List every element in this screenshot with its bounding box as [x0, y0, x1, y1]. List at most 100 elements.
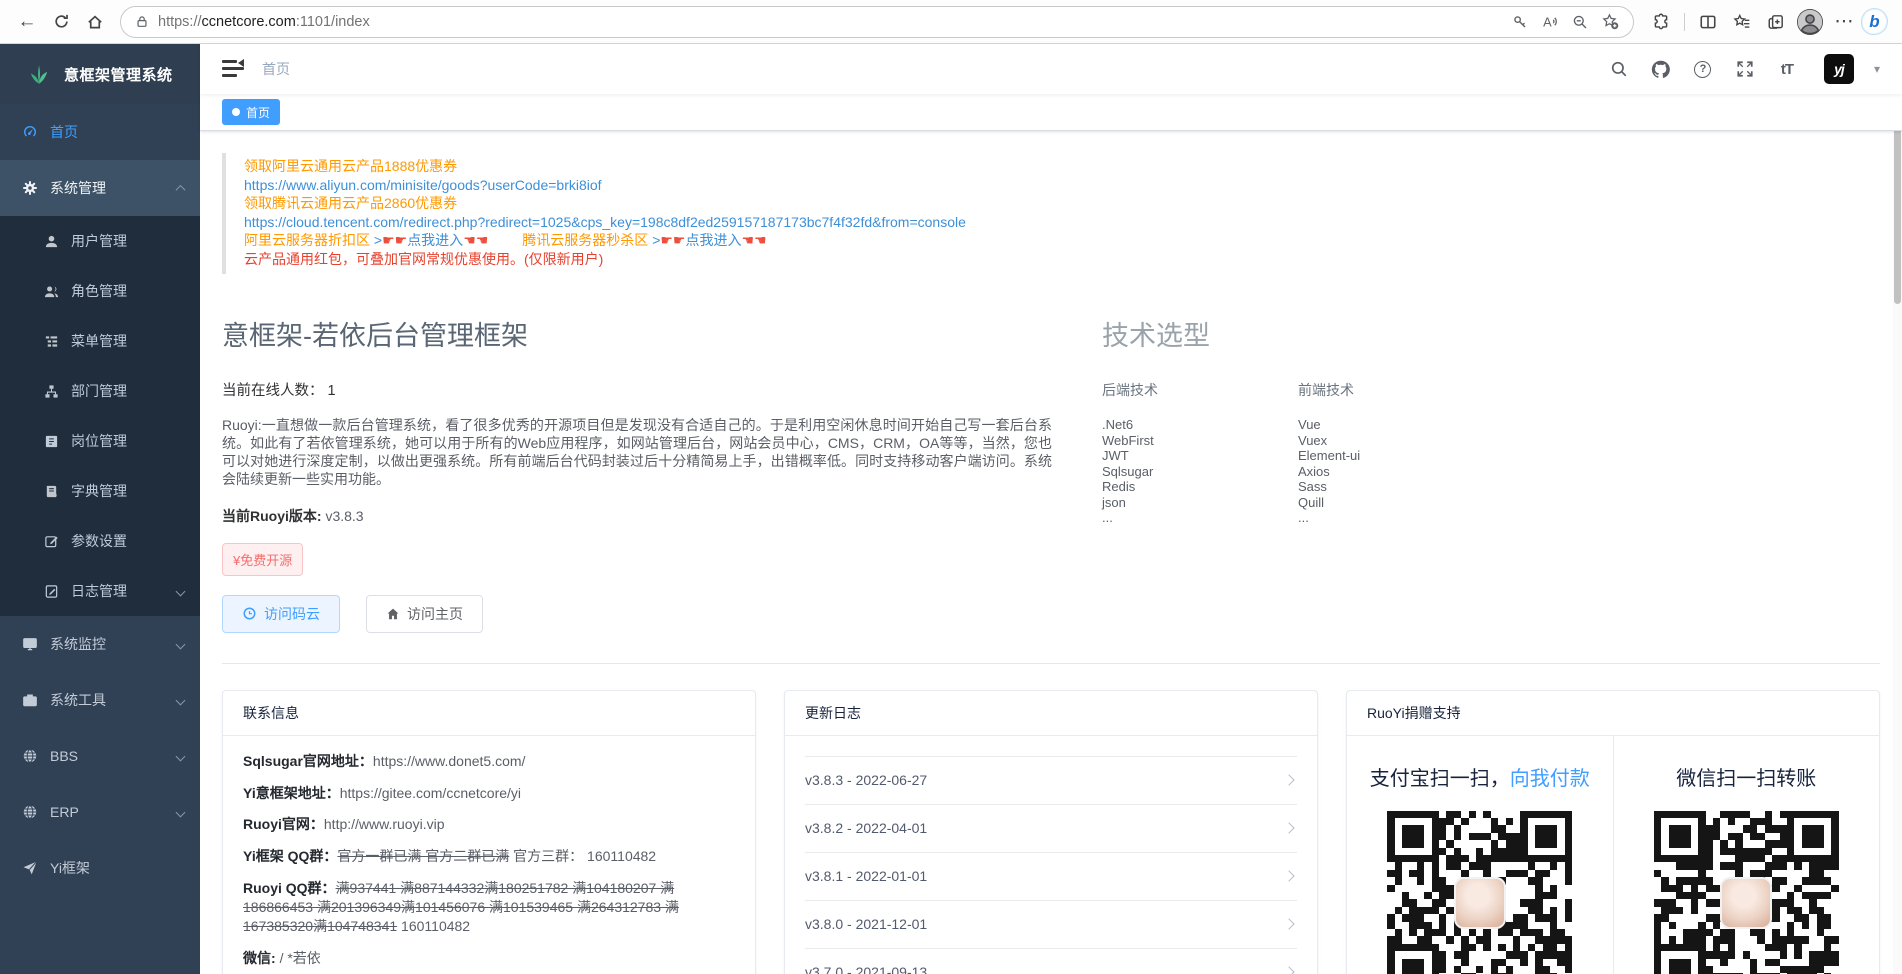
changelog-row[interactable]: v3.8.0 - 2021-12-01 [805, 901, 1297, 949]
alipay-title: 支付宝扫一扫，向我付款 [1347, 762, 1613, 791]
favorite-star-icon [1602, 13, 1619, 30]
changelog-row[interactable]: v3.8.3 - 2022-06-27 [805, 757, 1297, 805]
sidebar-item-role-mgmt[interactable]: 角色管理 [0, 266, 200, 316]
changelog-row[interactable]: v3.7.0 - 2021-09-13 [805, 949, 1297, 974]
section-divider [222, 663, 1880, 664]
saved-password-button[interactable] [1505, 8, 1535, 36]
chevron-down-icon [176, 639, 186, 649]
logo-plant-icon [26, 61, 52, 87]
page-scrollbar[interactable] [1893, 44, 1902, 974]
version-label: 当前Ruoyi版本: [222, 508, 322, 524]
notice-line-redpacket: 云产品通用红包，可叠加官网常规优惠使用。(仅限新用户) [244, 250, 1880, 269]
pay-me-link[interactable]: 向我付款 [1510, 768, 1590, 790]
tech-item: Vuex [1298, 433, 1494, 449]
version-value: v3.8.3 [322, 508, 364, 524]
tech-item: Axios [1298, 464, 1494, 480]
ali-enter-link[interactable]: 点我进入 [407, 232, 463, 248]
visit-homepage-button[interactable]: 访问主页 [366, 595, 483, 633]
browser-back-button[interactable]: ← [10, 5, 44, 39]
sidebar-item-system-mgmt[interactable]: 系统管理 [0, 160, 200, 216]
help-button[interactable]: ? [1692, 58, 1714, 80]
font-size-button[interactable]: tT [1776, 58, 1798, 80]
github-icon [1651, 60, 1670, 79]
backend-title: 后端技术 [1102, 380, 1298, 400]
sidebar-item-bbs[interactable]: BBS [0, 728, 200, 784]
notice-link-aliyun[interactable]: https://www.aliyun.com/minisite/goods?us… [244, 176, 1880, 195]
fullscreen-button[interactable] [1734, 58, 1756, 80]
extensions-puzzle-icon [1652, 13, 1670, 31]
lock-icon [135, 14, 149, 29]
add-favorite-button[interactable] [1595, 8, 1625, 36]
user-avatar[interactable]: yj [1824, 54, 1854, 84]
tech-item: ... [1102, 510, 1298, 526]
changelog-list: v3.8.3 - 2022-06-27 v3.8.2 - 2022-04-01 … [805, 756, 1297, 974]
sidebar-item-param-settings[interactable]: 参数设置 [0, 516, 200, 566]
book-icon [44, 484, 59, 499]
gear-icon [22, 180, 38, 196]
donate-card-body: 支付宝扫一扫，向我付款 微信扫一扫转账 [1347, 736, 1879, 974]
sidebar-item-label: 系统工具 [50, 690, 106, 710]
copilot-button[interactable]: b [1861, 8, 1888, 35]
user-icon [44, 234, 59, 249]
favorites-button[interactable] [1725, 5, 1759, 39]
tencent-enter-link[interactable]: 点我进入 [685, 232, 741, 248]
sidebar-item-menu-mgmt[interactable]: 菜单管理 [0, 316, 200, 366]
sidebar-item-dept-mgmt[interactable]: 部门管理 [0, 366, 200, 416]
sidebar-item-system-tools[interactable]: 系统工具 [0, 672, 200, 728]
tag-home[interactable]: 首页 [222, 99, 280, 125]
wechat-qr-code [1654, 811, 1839, 974]
tech-item: Sqlsugar [1102, 464, 1298, 480]
sidebar-item-home[interactable]: 首页 [0, 104, 200, 160]
browser-profile-button[interactable] [1793, 5, 1827, 39]
profile-avatar [1797, 9, 1823, 35]
system-mgmt-submenu: 用户管理 角色管理 菜单管理 部门管理 岗位管理 字典管理 [0, 216, 200, 616]
breadcrumb[interactable]: 首页 [262, 59, 290, 79]
visit-gitee-button[interactable]: 访问码云 [222, 595, 340, 633]
changelog-row[interactable]: v3.8.1 - 2022-01-01 [805, 853, 1297, 901]
dashboard-icon [22, 124, 38, 140]
sidebar-item-log-mgmt[interactable]: 日志管理 [0, 566, 200, 616]
tech-item: Element-ui [1298, 448, 1494, 464]
avatar-caret-icon[interactable]: ▾ [1874, 62, 1880, 76]
pointer-right-icon: ☛☛ [382, 232, 407, 248]
contact-card: 联系信息 Sqlsugar官网地址：https://www.donet5.com… [222, 690, 756, 974]
changelog-card: 更新日志 v3.8.3 - 2022-06-27 v3.8.2 - 2022-0… [784, 690, 1318, 974]
extensions-button[interactable] [1644, 5, 1678, 39]
collections-button[interactable] [1759, 5, 1793, 39]
browser-refresh-button[interactable] [44, 5, 78, 39]
pointer-right-icon: ☛☛ [660, 232, 685, 248]
sidebar-item-post-mgmt[interactable]: 岗位管理 [0, 416, 200, 466]
zoom-out-button[interactable] [1565, 8, 1595, 36]
tech-item: Sass [1298, 479, 1494, 495]
tech-item: JWT [1102, 448, 1298, 464]
search-icon [1610, 60, 1628, 78]
sidebar-item-system-monitor[interactable]: 系统监控 [0, 616, 200, 672]
sidebar-item-user-mgmt[interactable]: 用户管理 [0, 216, 200, 266]
sidebar-item-dict-mgmt[interactable]: 字典管理 [0, 466, 200, 516]
sidebar-item-yi-framework[interactable]: Yi框架 [0, 840, 200, 896]
changelog-row[interactable]: v3.8.2 - 2022-04-01 [805, 805, 1297, 853]
page-content: 领取阿里云通用云产品1888优惠券 https://www.aliyun.com… [200, 131, 1902, 974]
split-screen-button[interactable] [1691, 5, 1725, 39]
frontend-list: Vue Vuex Element-ui Axios Sass Quill ... [1298, 417, 1494, 526]
alipay-column: 支付宝扫一扫，向我付款 [1347, 736, 1613, 974]
browser-settings-button[interactable]: ⋯ [1827, 5, 1861, 39]
more-icon: ⋯ [1835, 10, 1854, 33]
online-count: 当前在线人数： 1 [222, 379, 1052, 400]
sidebar-item-label: 字典管理 [71, 481, 127, 501]
notice-line-ali-coupon: 领取阿里云通用云产品1888优惠券 [244, 157, 1880, 176]
edit-square-icon [44, 534, 59, 549]
tech-item: Redis [1102, 479, 1298, 495]
sidebar-item-erp[interactable]: ERP [0, 784, 200, 840]
header-search-button[interactable] [1608, 58, 1630, 80]
sidebar-toggle-button[interactable] [222, 60, 244, 78]
read-aloud-button[interactable]: A [1535, 8, 1565, 36]
app-frame: 意框架管理系统 首页 系统管理 用户管理 角色管理 菜单管理 [0, 44, 1902, 974]
donate-card-title: RuoYi捐赠支持 [1347, 691, 1879, 736]
notice-link-tencent[interactable]: https://cloud.tencent.com/redirect.php?r… [244, 213, 1880, 232]
browser-home-button[interactable] [78, 5, 112, 39]
tag-active-dot [232, 108, 240, 116]
address-bar[interactable]: https://ccnetcore.com:1101/index A [120, 6, 1634, 38]
github-link-button[interactable] [1650, 58, 1672, 80]
favorites-list-icon [1733, 13, 1751, 31]
